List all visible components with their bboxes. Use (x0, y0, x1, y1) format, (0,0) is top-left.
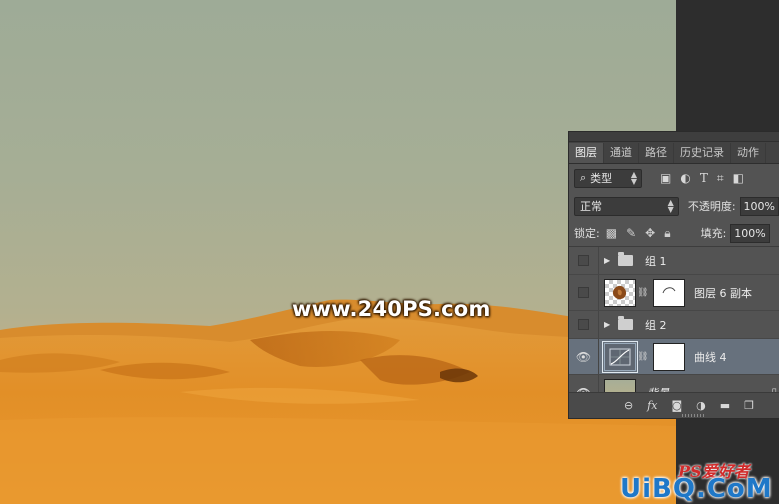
layer-name: 图层 6 副本 (694, 286, 752, 300)
eye-icon: 👁︎ (575, 349, 592, 364)
opacity-label: 不透明度: (687, 200, 736, 213)
lock-image-icon[interactable]: ✎ (626, 226, 636, 241)
adjustment-filter-icon[interactable]: ◐ (680, 171, 690, 186)
visibility-toggle[interactable] (569, 311, 599, 338)
link-layers-icon[interactable]: ⊖ (624, 399, 633, 412)
expand-arrow-icon[interactable]: ▶ (604, 320, 614, 329)
dropdown-arrows-icon: ▲ ▼ (630, 169, 637, 186)
layer-name: 组 1 (645, 254, 667, 268)
layers-panel[interactable]: 图层 通道 路径 历史记录 动作 ⌕ 类型 ▲ ▼ ▣ ◐ T ⌗ ◧ 正常 ▲ ▼… (568, 131, 779, 419)
lock-all-icon[interactable]: 🔒︎ (664, 226, 670, 241)
layer-thumbnail (604, 278, 636, 307)
layer-mask-thumbnail (653, 278, 685, 307)
lock-row: 锁定: ▩ ✎ ✥ 🔒︎ 填充: 100% (569, 220, 779, 247)
dropdown-arrows-icon: ▲ ▼ (667, 197, 674, 214)
layer-row-group2[interactable]: ▶ 组 2 (569, 311, 779, 339)
tab-layers[interactable]: 图层 (569, 143, 604, 163)
layer-list: ▶ 组 1 ⛓ 图层 6 副本 ▶ 组 2 👁︎ ⛓ 曲线 4 (569, 247, 779, 411)
layer-filter-row: ⌕ 类型 ▲ ▼ ▣ ◐ T ⌗ ◧ (569, 164, 779, 192)
search-icon: ⌕ (580, 171, 587, 184)
layer-row-layer6-copy[interactable]: ⛓ 图层 6 副本 (569, 275, 779, 311)
layer-name: 组 2 (645, 318, 667, 332)
type-filter-icon[interactable]: T (700, 171, 708, 186)
tab-actions[interactable]: 动作 (731, 143, 766, 163)
new-adjustment-icon[interactable]: ◑ (696, 399, 706, 412)
visibility-toggle[interactable]: 👁︎ (569, 339, 599, 374)
shape-filter-icon[interactable]: ⌗ (717, 171, 724, 186)
resize-grip[interactable] (682, 414, 704, 417)
fill-input[interactable]: 100% (730, 223, 771, 243)
new-layer-icon[interactable]: ❐ (744, 399, 754, 412)
curves-adjustment-icon (602, 340, 638, 373)
fill-label: 填充: (700, 227, 727, 240)
layer-name: 曲线 4 (694, 350, 727, 364)
add-mask-icon[interactable]: ◙ (671, 399, 682, 412)
lock-label: 锁定: (574, 227, 600, 240)
mask-link-icon[interactable]: ⛓ (637, 288, 648, 298)
expand-arrow-icon[interactable]: ▶ (604, 256, 614, 265)
visibility-toggle[interactable] (569, 275, 599, 310)
site-logo-text: UiBQ.CoM (620, 474, 773, 504)
blend-mode-dropdown[interactable]: 正常 ▲ ▼ (574, 196, 679, 216)
tab-paths[interactable]: 路径 (639, 143, 674, 163)
filter-kind-label: 类型 (590, 172, 613, 185)
image-filter-icon[interactable]: ▣ (660, 171, 671, 186)
opacity-input[interactable]: 100% (739, 196, 779, 216)
panel-bottom-bar: ⊖ fx ◙ ◑ ▬ ❐ (569, 392, 779, 418)
layer-row-curves4[interactable]: 👁︎ ⛓ 曲线 4 (569, 339, 779, 375)
folder-icon (618, 316, 633, 330)
new-group-icon[interactable]: ▬ (720, 399, 730, 412)
mask-link-icon[interactable]: ⛓ (637, 352, 648, 362)
folder-icon (618, 252, 633, 266)
blend-mode-value: 正常 (580, 200, 602, 213)
visibility-toggle[interactable] (569, 247, 599, 274)
blend-row: 正常 ▲ ▼ 不透明度: 100% (569, 192, 779, 220)
panel-tabs: 图层 通道 路径 历史记录 动作 (569, 142, 779, 164)
layer-row-group1[interactable]: ▶ 组 1 (569, 247, 779, 275)
layer-mask-thumbnail (653, 342, 685, 371)
tab-channels[interactable]: 通道 (604, 143, 639, 163)
tab-history[interactable]: 历史记录 (674, 143, 731, 163)
smart-object-filter-icon[interactable]: ◧ (733, 171, 744, 186)
lock-position-icon[interactable]: ✥ (645, 226, 655, 241)
watermark-text: www.240PS.com (292, 297, 491, 321)
filter-kind-dropdown[interactable]: ⌕ 类型 ▲ ▼ (574, 168, 642, 188)
panel-title-bar[interactable] (569, 132, 779, 142)
fx-icon[interactable]: fx (647, 399, 657, 412)
lock-transparent-icon[interactable]: ▩ (606, 226, 617, 241)
